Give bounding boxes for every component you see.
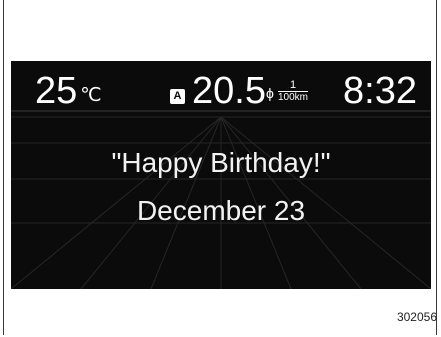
clock: 8:32: [343, 70, 417, 112]
status-bar: 25 ℃ A 20.5 ϕ 1 100km 8:32: [11, 67, 431, 117]
fuel-economy-value: 20.5: [192, 70, 266, 112]
display-screen: 25 ℃ A 20.5 ϕ 1 100km 8:32 "Happy Birthda…: [11, 61, 431, 289]
figure-number: 302056: [396, 310, 437, 324]
fuel-unit-denominator: 100km: [278, 91, 309, 103]
greeting-message: "Happy Birthday!": [111, 147, 331, 178]
fuel-unit-numerator: 1: [289, 79, 297, 91]
auto-mode-badge: A: [170, 89, 185, 104]
temperature-value: 25: [35, 70, 78, 112]
fuel-unit-fraction: 1 100km: [278, 79, 308, 104]
outside-temperature: 25 ℃: [35, 69, 102, 118]
fuel-unit-symbol: ϕ: [266, 85, 274, 101]
greeting-date: December 23: [136, 195, 306, 226]
temperature-unit: ℃: [80, 85, 102, 106]
